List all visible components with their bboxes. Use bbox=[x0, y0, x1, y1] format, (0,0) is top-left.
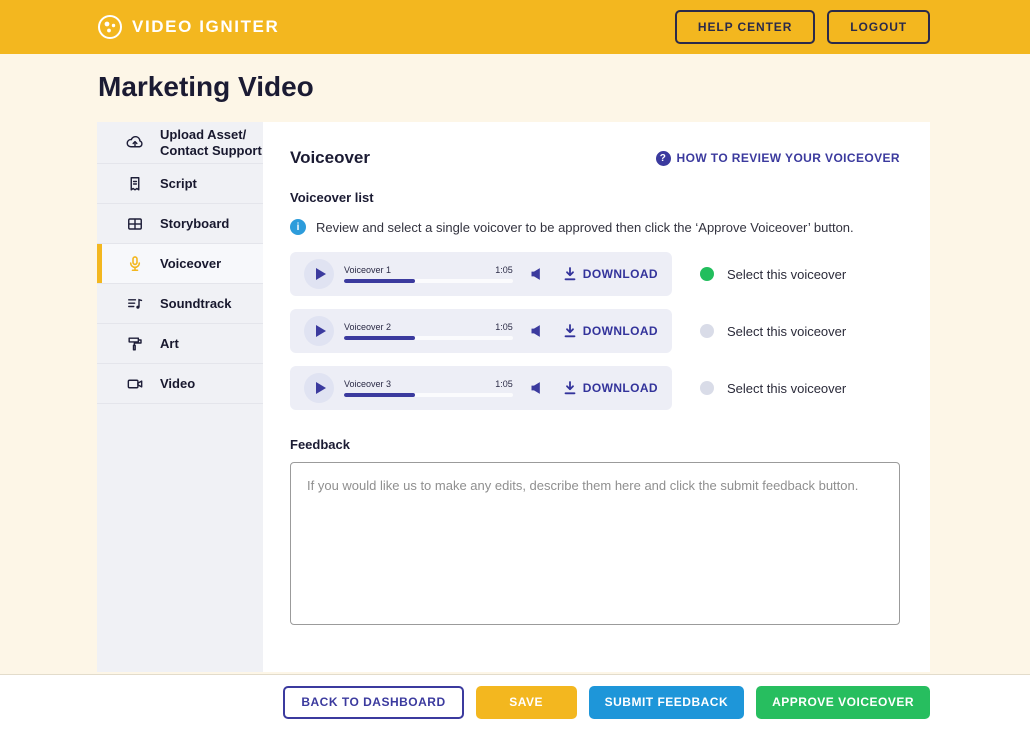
sidebar-item-label: Storyboard bbox=[160, 216, 229, 231]
progress-bar[interactable] bbox=[344, 393, 513, 397]
track-time: 1:05 bbox=[495, 322, 513, 332]
sidebar-item-art[interactable]: Art bbox=[97, 324, 263, 364]
play-icon bbox=[316, 382, 326, 394]
question-circle-icon: ? bbox=[656, 151, 671, 166]
select-voiceover-label[interactable]: Select this voiceover bbox=[727, 267, 846, 282]
voiceover-list-title: Voiceover list bbox=[290, 190, 900, 205]
progress-fill bbox=[344, 393, 415, 397]
microphone-icon bbox=[125, 254, 145, 274]
voiceover-players: Voiceover 1 1:05 D bbox=[290, 252, 900, 410]
logout-button[interactable]: LOGOUT bbox=[827, 10, 930, 44]
progress-bar[interactable] bbox=[344, 336, 513, 340]
select-option: Select this voiceover bbox=[700, 267, 846, 282]
sidebar-item-label: Art bbox=[160, 336, 179, 351]
download-button[interactable]: DOWNLOAD bbox=[564, 381, 658, 395]
download-button-label: DOWNLOAD bbox=[583, 324, 658, 338]
audio-player-card: Voiceover 3 1:05 D bbox=[290, 366, 672, 410]
player-row: Voiceover 2 1:05 D bbox=[290, 309, 900, 353]
main-panel: Voiceover ? HOW TO REVIEW YOUR VOICEOVER… bbox=[263, 122, 930, 672]
info-row: i Review and select a single voicover to… bbox=[290, 219, 900, 235]
feedback-textarea[interactable] bbox=[290, 462, 900, 625]
footer-action-bar: BACK TO DASHBOARD SAVE SUBMIT FEEDBACK A… bbox=[0, 674, 1030, 729]
track-label: Voiceover 2 bbox=[344, 322, 391, 332]
info-text: Review and select a single voicover to b… bbox=[316, 220, 854, 235]
select-voiceover-radio[interactable] bbox=[700, 324, 714, 338]
sidebar-item-label: Soundtrack bbox=[160, 296, 232, 311]
upload-cloud-icon bbox=[125, 133, 145, 153]
video-camera-icon bbox=[125, 374, 145, 394]
sidebar: Upload Asset/ Contact Support Script Sto… bbox=[97, 122, 263, 672]
play-icon bbox=[316, 268, 326, 280]
soundtrack-music-icon bbox=[125, 294, 145, 314]
sidebar-item-upload-asset[interactable]: Upload Asset/ Contact Support bbox=[97, 122, 263, 164]
sidebar-item-video[interactable]: Video bbox=[97, 364, 263, 404]
progress-bar[interactable] bbox=[344, 279, 513, 283]
script-document-icon bbox=[125, 174, 145, 194]
download-button-label: DOWNLOAD bbox=[583, 381, 658, 395]
download-button[interactable]: DOWNLOAD bbox=[564, 324, 658, 338]
sidebar-item-label: Video bbox=[160, 376, 195, 391]
select-voiceover-label[interactable]: Select this voiceover bbox=[727, 324, 846, 339]
info-icon: i bbox=[290, 219, 306, 235]
select-option: Select this voiceover bbox=[700, 381, 846, 396]
play-button[interactable] bbox=[304, 316, 334, 346]
download-button[interactable]: DOWNLOAD bbox=[564, 267, 658, 281]
how-to-review-link[interactable]: ? HOW TO REVIEW YOUR VOICEOVER bbox=[656, 151, 900, 166]
submit-feedback-button[interactable]: SUBMIT FEEDBACK bbox=[589, 686, 745, 719]
play-icon bbox=[316, 325, 326, 337]
download-button-label: DOWNLOAD bbox=[583, 267, 658, 281]
sidebar-item-script[interactable]: Script bbox=[97, 164, 263, 204]
select-voiceover-radio[interactable] bbox=[700, 267, 714, 281]
track-time: 1:05 bbox=[495, 265, 513, 275]
feedback-label: Feedback bbox=[290, 437, 900, 452]
download-icon bbox=[564, 381, 576, 395]
progress-fill bbox=[344, 336, 415, 340]
voiceover-heading: Voiceover bbox=[290, 148, 370, 168]
select-voiceover-label[interactable]: Select this voiceover bbox=[727, 381, 846, 396]
sidebar-item-label: Voiceover bbox=[160, 256, 221, 271]
sidebar-item-label: Upload Asset/ Contact Support bbox=[160, 127, 262, 158]
back-to-dashboard-button[interactable]: BACK TO DASHBOARD bbox=[283, 686, 463, 719]
download-icon bbox=[564, 267, 576, 281]
sidebar-item-storyboard[interactable]: Storyboard bbox=[97, 204, 263, 244]
progress-fill bbox=[344, 279, 415, 283]
play-button[interactable] bbox=[304, 373, 334, 403]
audio-player-card: Voiceover 2 1:05 D bbox=[290, 309, 672, 353]
content-layout: Upload Asset/ Contact Support Script Sto… bbox=[97, 122, 930, 672]
track-label: Voiceover 1 bbox=[344, 265, 391, 275]
brand-name: VIDEO IGNITER bbox=[132, 17, 279, 37]
paint-roller-icon bbox=[125, 334, 145, 354]
select-option: Select this voiceover bbox=[700, 324, 846, 339]
approve-voiceover-button[interactable]: APPROVE VOICEOVER bbox=[756, 686, 930, 719]
how-to-review-link-label: HOW TO REVIEW YOUR VOICEOVER bbox=[677, 151, 900, 165]
page-title: Marketing Video bbox=[98, 71, 314, 103]
sidebar-item-voiceover[interactable]: Voiceover bbox=[97, 244, 263, 284]
brand-logo-icon bbox=[97, 14, 123, 40]
sidebar-item-label: Script bbox=[160, 176, 197, 191]
download-icon bbox=[564, 324, 576, 338]
track-label: Voiceover 3 bbox=[344, 379, 391, 389]
player-row: Voiceover 3 1:05 D bbox=[290, 366, 900, 410]
help-center-button[interactable]: HELP CENTER bbox=[675, 10, 815, 44]
audio-player-card: Voiceover 1 1:05 D bbox=[290, 252, 672, 296]
storyboard-grid-icon bbox=[125, 214, 145, 234]
select-voiceover-radio[interactable] bbox=[700, 381, 714, 395]
volume-icon[interactable] bbox=[529, 323, 544, 339]
volume-icon[interactable] bbox=[529, 380, 544, 396]
header-buttons: HELP CENTER LOGOUT bbox=[675, 10, 930, 44]
track-time: 1:05 bbox=[495, 379, 513, 389]
play-button[interactable] bbox=[304, 259, 334, 289]
app-header: VIDEO IGNITER HELP CENTER LOGOUT bbox=[0, 0, 1030, 54]
player-row: Voiceover 1 1:05 D bbox=[290, 252, 900, 296]
sidebar-item-soundtrack[interactable]: Soundtrack bbox=[97, 284, 263, 324]
volume-icon[interactable] bbox=[529, 266, 544, 282]
brand-logo[interactable]: VIDEO IGNITER bbox=[97, 14, 279, 40]
save-button[interactable]: SAVE bbox=[476, 686, 577, 719]
